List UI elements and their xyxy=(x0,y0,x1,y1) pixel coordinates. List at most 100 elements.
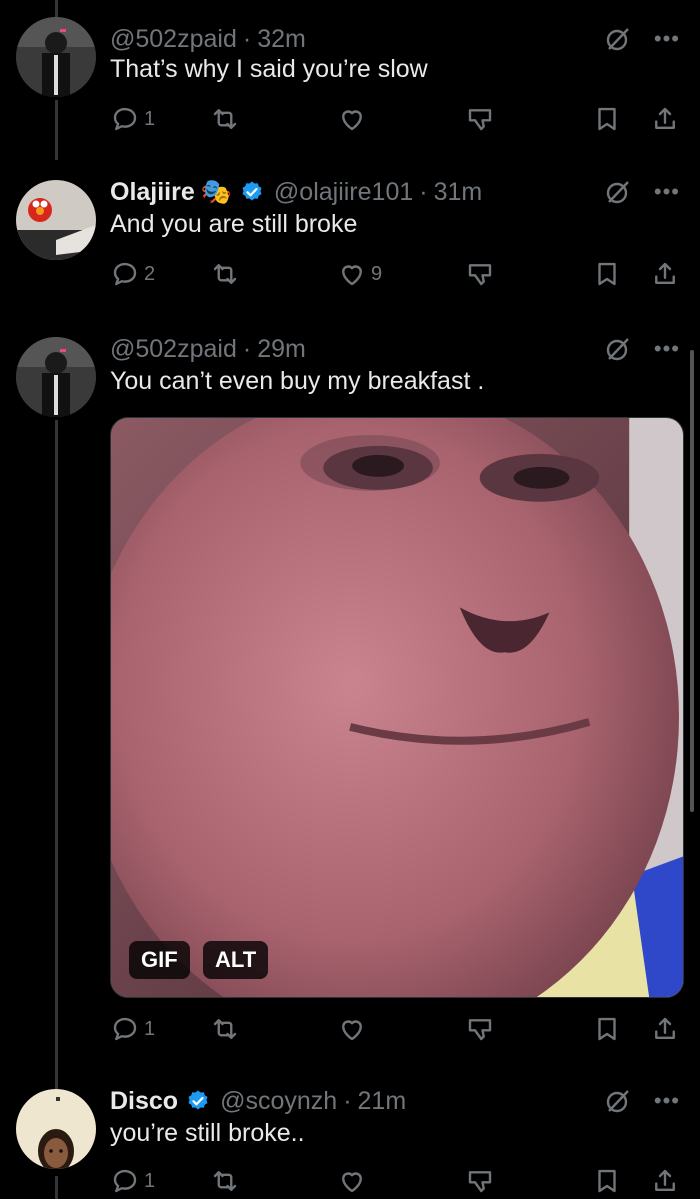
like-button[interactable] xyxy=(337,104,465,134)
verified-icon xyxy=(188,1090,208,1110)
like-button[interactable]: 9 xyxy=(337,259,465,289)
reply-icon xyxy=(113,1169,137,1193)
action-bar: 1 xyxy=(110,99,680,139)
reply-icon xyxy=(113,1017,137,1041)
display-name[interactable]: Olajiire xyxy=(110,178,195,207)
more-icon[interactable]: ••• xyxy=(654,338,680,360)
tweet-text: That’s why I said you’re slow xyxy=(110,55,428,83)
tweet-text: you’re still broke.. xyxy=(110,1119,305,1147)
retweet-button[interactable] xyxy=(210,1014,337,1044)
share-button[interactable] xyxy=(650,104,680,134)
reply-button[interactable]: 1 xyxy=(110,104,210,134)
avatar[interactable] xyxy=(16,337,96,417)
share-icon xyxy=(655,1169,675,1191)
avatar[interactable] xyxy=(16,17,96,97)
share-icon xyxy=(655,262,675,284)
tweet-header: Olajiire 🎭 @olajiire101 · 31m ••• xyxy=(110,172,680,212)
like-icon xyxy=(342,265,362,286)
share-button[interactable] xyxy=(650,259,680,289)
avatar[interactable] xyxy=(16,1089,96,1169)
reply-button[interactable]: 1 xyxy=(110,1166,210,1196)
person-avatar-image xyxy=(16,1089,96,1169)
share-icon xyxy=(655,1017,675,1039)
action-bar: 1 xyxy=(110,1009,680,1049)
grok-icon[interactable] xyxy=(604,1087,632,1115)
dislike-icon xyxy=(468,1019,492,1041)
reply-count: 1 xyxy=(144,1169,156,1192)
separator: · xyxy=(343,1086,352,1115)
reply-count: 1 xyxy=(144,1017,156,1040)
timestamp[interactable]: 32m xyxy=(257,25,306,54)
dislike-icon xyxy=(468,1171,492,1193)
action-bar: 2 9 xyxy=(110,254,680,294)
dislike-icon xyxy=(468,264,492,286)
like-icon xyxy=(342,1172,362,1193)
retweet-button[interactable] xyxy=(210,259,337,289)
grok-icon[interactable] xyxy=(604,335,632,363)
dark-figure-avatar-image xyxy=(16,17,96,97)
grok-icon[interactable] xyxy=(604,25,632,53)
reply-count: 2 xyxy=(144,262,156,285)
bookmark-icon xyxy=(598,1169,616,1193)
share-button[interactable] xyxy=(650,1014,680,1044)
retweet-button[interactable] xyxy=(210,1166,337,1196)
dislike-icon xyxy=(468,109,492,131)
retweet-icon xyxy=(213,1019,237,1039)
retweet-button[interactable] xyxy=(210,104,337,134)
handle[interactable]: @scoynzh xyxy=(220,1087,337,1116)
like-button[interactable] xyxy=(337,1166,465,1196)
handle[interactable]: @502zpaid xyxy=(110,25,237,54)
gif-media[interactable]: GIF ALT xyxy=(110,417,684,998)
tweet-header: @502zpaid · 29m ••• xyxy=(110,329,680,369)
bookmark-button[interactable] xyxy=(592,104,622,134)
separator: · xyxy=(242,334,252,363)
tweet[interactable]: Olajiire 🎭 @olajiire101 · 31m ••• And yo… xyxy=(0,172,700,312)
dislike-button[interactable] xyxy=(465,1166,580,1196)
grok-icon[interactable] xyxy=(604,178,632,206)
handle[interactable]: @olajiire101 xyxy=(274,178,413,207)
gif-badge[interactable]: GIF xyxy=(129,941,190,979)
timestamp[interactable]: 21m xyxy=(358,1087,407,1116)
bookmark-button[interactable] xyxy=(592,1014,622,1044)
dislike-button[interactable] xyxy=(465,259,580,289)
retweet-icon xyxy=(213,109,237,129)
dislike-button[interactable] xyxy=(465,104,580,134)
reply-count: 1 xyxy=(144,107,156,130)
scrollbar[interactable] xyxy=(690,350,694,812)
bookmark-button[interactable] xyxy=(592,259,622,289)
like-icon xyxy=(342,1020,362,1041)
tweet[interactable]: @502zpaid · 32m ••• That’s why I said yo… xyxy=(0,17,700,157)
tweet-header: @502zpaid · 32m ••• xyxy=(110,19,680,59)
dark-figure-avatar-image xyxy=(16,337,96,417)
reply-button[interactable]: 2 xyxy=(110,259,210,289)
display-name[interactable]: Disco xyxy=(110,1087,178,1116)
retweet-icon xyxy=(213,264,237,284)
share-icon xyxy=(655,107,675,129)
share-button[interactable] xyxy=(650,1166,680,1196)
handle[interactable]: @502zpaid xyxy=(110,335,237,364)
separator: · xyxy=(419,177,428,206)
like-count: 9 xyxy=(371,262,383,285)
separator: · xyxy=(242,24,252,53)
like-button[interactable] xyxy=(337,1014,465,1044)
thread-line xyxy=(55,0,58,17)
more-icon[interactable]: ••• xyxy=(654,181,680,203)
timestamp[interactable]: 29m xyxy=(257,335,306,364)
reply-icon xyxy=(113,107,137,131)
monkey-face-image xyxy=(111,418,683,997)
avatar[interactable] xyxy=(16,180,96,260)
tweet-text: You can’t even buy my breakfast . xyxy=(110,367,485,395)
mask-emoji-badge: 🎭 xyxy=(200,177,232,206)
action-bar: 1 xyxy=(110,1161,680,1199)
bookmark-button[interactable] xyxy=(592,1166,622,1196)
reply-button[interactable]: 1 xyxy=(110,1014,210,1044)
bookmark-icon xyxy=(598,262,616,286)
alt-badge[interactable]: ALT xyxy=(203,941,269,979)
dislike-button[interactable] xyxy=(465,1014,580,1044)
timestamp[interactable]: 31m xyxy=(434,178,483,207)
retweet-icon xyxy=(213,1171,237,1191)
bookmark-icon xyxy=(598,107,616,131)
tweet[interactable]: Disco @scoynzh · 21m ••• you’re still br… xyxy=(0,1081,700,1199)
more-icon[interactable]: ••• xyxy=(654,28,680,50)
more-icon[interactable]: ••• xyxy=(654,1090,680,1112)
